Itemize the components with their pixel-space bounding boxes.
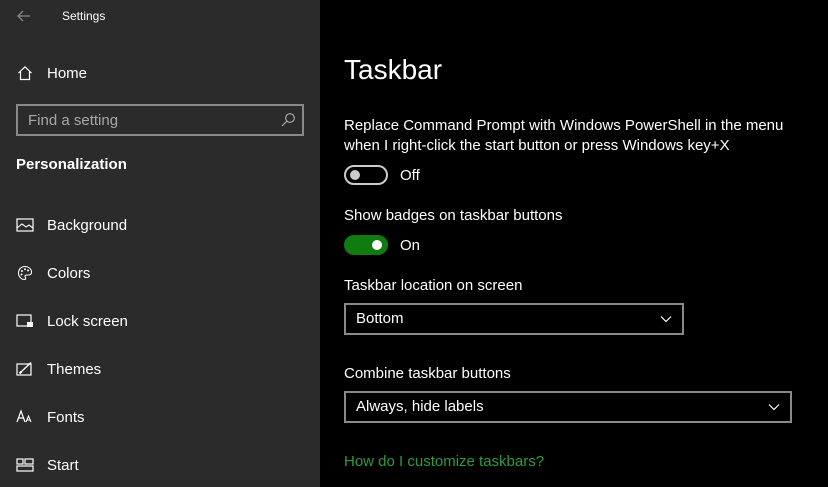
sidebar-item-start[interactable]: Start bbox=[0, 445, 320, 485]
sidebar-item-lock-screen[interactable]: Lock screen bbox=[0, 301, 320, 341]
home-icon bbox=[16, 64, 34, 82]
sidebar-item-label: Colors bbox=[47, 264, 91, 282]
themes-icon bbox=[16, 360, 34, 378]
back-arrow-icon bbox=[17, 10, 30, 22]
picture-icon bbox=[16, 216, 34, 234]
search-icon[interactable] bbox=[280, 112, 296, 128]
help-link[interactable]: How do I customize taskbars? bbox=[344, 453, 544, 470]
start-icon bbox=[16, 456, 34, 474]
palette-icon bbox=[16, 264, 34, 282]
sidebar-item-label: Lock screen bbox=[47, 312, 128, 330]
sidebar-item-label: Fonts bbox=[47, 408, 85, 426]
page-title: Taskbar bbox=[344, 54, 443, 85]
badges-toggle-row: On bbox=[344, 234, 420, 256]
sidebar-item-fonts[interactable]: Fonts bbox=[0, 397, 320, 437]
sidebar-item-colors[interactable]: Colors bbox=[0, 253, 320, 293]
section-title: Personalization bbox=[16, 156, 127, 173]
sidebar-item-label: Home bbox=[47, 64, 88, 82]
toggle-state-label: On bbox=[400, 236, 421, 254]
sidebar: Settings Home Personalization Background bbox=[0, 0, 320, 487]
sidebar-item-label: Start bbox=[47, 456, 79, 474]
toggle-state-label: Off bbox=[400, 166, 420, 184]
badges-toggle[interactable] bbox=[344, 235, 388, 255]
combine-dropdown[interactable]: Always, hide labels bbox=[344, 391, 792, 423]
back-button[interactable] bbox=[12, 4, 36, 28]
lock-screen-icon bbox=[16, 312, 34, 330]
powershell-toggle[interactable] bbox=[344, 165, 388, 185]
powershell-setting-label: Replace Command Prompt with Windows Powe… bbox=[344, 117, 784, 154]
sidebar-item-label: Themes bbox=[47, 360, 102, 378]
location-dropdown[interactable]: Bottom bbox=[344, 303, 684, 335]
sidebar-item-themes[interactable]: Themes bbox=[0, 349, 320, 389]
search-input[interactable] bbox=[18, 106, 278, 134]
dropdown-value: Always, hide labels bbox=[356, 398, 484, 415]
search-box bbox=[16, 104, 304, 136]
badges-setting-label: Show badges on taskbar buttons bbox=[344, 207, 563, 224]
main-content: Taskbar Replace Command Prompt with Wind… bbox=[320, 0, 828, 487]
toggle-knob bbox=[372, 240, 382, 250]
fonts-icon bbox=[16, 408, 34, 426]
sidebar-item-label: Background bbox=[47, 216, 128, 234]
location-setting-label: Taskbar location on screen bbox=[344, 277, 523, 294]
sidebar-item-home[interactable]: Home bbox=[0, 53, 320, 93]
powershell-toggle-row: Off bbox=[344, 164, 420, 186]
toggle-knob bbox=[350, 170, 360, 180]
app-title: Settings bbox=[62, 9, 106, 23]
combine-setting-label: Combine taskbar buttons bbox=[344, 365, 511, 382]
chevron-down-icon bbox=[660, 316, 672, 323]
dropdown-value: Bottom bbox=[356, 310, 404, 327]
chevron-down-icon bbox=[768, 404, 780, 411]
sidebar-item-background[interactable]: Background bbox=[0, 205, 320, 245]
